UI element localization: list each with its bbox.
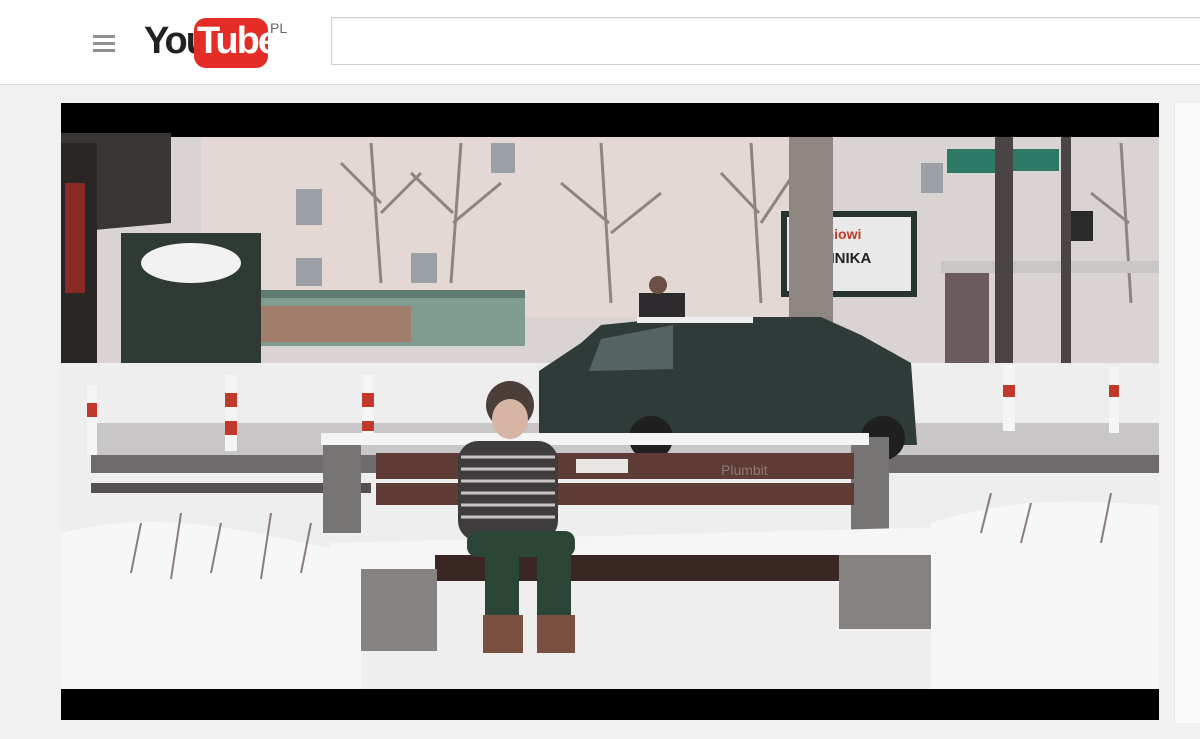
- logo-tube-text: Tube: [197, 20, 279, 62]
- video-frame: yczniowi ECHNIKA: [61, 103, 1159, 720]
- video-scene: yczniowi ECHNIKA: [61, 133, 1159, 689]
- letterbox-bottom: [61, 689, 1159, 720]
- video-player[interactable]: yczniowi ECHNIKA: [61, 103, 1159, 720]
- menu-bar: [93, 35, 115, 38]
- letterbox-top: [61, 103, 1159, 137]
- hamburger-menu-icon[interactable]: [86, 28, 122, 58]
- masthead: You Tube PL: [0, 0, 1200, 85]
- related-column-edge: [1174, 103, 1200, 723]
- menu-bar: [93, 49, 115, 52]
- logo-region-code: PL: [270, 20, 288, 36]
- menu-bar: [93, 42, 115, 45]
- search-input[interactable]: [331, 17, 1200, 65]
- bench-graffiti: Plumbit: [721, 462, 768, 478]
